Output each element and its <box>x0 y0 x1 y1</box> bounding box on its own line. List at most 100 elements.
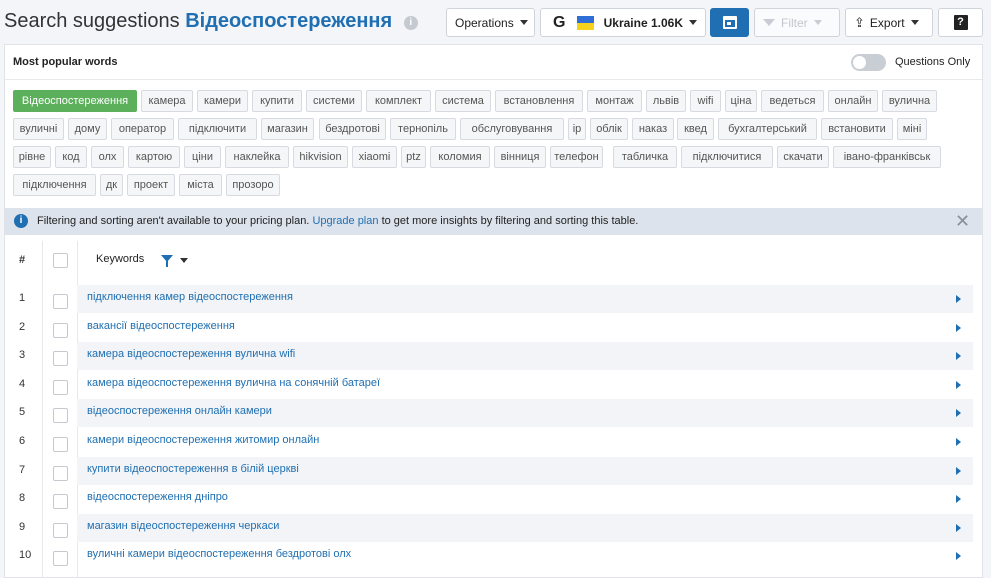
table-row[interactable]: 2 вакансії відеоспостереження <box>5 314 982 342</box>
popular-word-tag[interactable]: онлайн <box>828 90 878 112</box>
popular-word-tag[interactable]: ціна <box>725 90 757 112</box>
row-checkbox[interactable] <box>53 322 68 338</box>
popular-word-tag[interactable]: системи <box>306 90 362 112</box>
popular-word-tag[interactable]: вінниця <box>494 146 546 168</box>
popular-word-tag[interactable]: тернопіль <box>390 118 456 140</box>
row-checkbox[interactable] <box>53 465 68 481</box>
expand-arrow-icon[interactable] <box>956 295 961 303</box>
table-row[interactable]: 9 магазин відеоспостереження черкаси <box>5 513 982 542</box>
popular-word-tag[interactable]: наклейка <box>225 146 289 168</box>
popular-word-tag[interactable]: ip <box>568 118 586 140</box>
keyword-link[interactable]: відеоспостереження онлайн камери <box>87 405 272 417</box>
expand-arrow-icon[interactable] <box>956 380 961 389</box>
info-icon[interactable]: i <box>403 16 418 30</box>
row-checkbox[interactable] <box>53 379 68 395</box>
popular-word-tag[interactable]: підключитися <box>681 146 773 168</box>
row-checkbox[interactable] <box>53 551 68 567</box>
select-all-checkbox[interactable] <box>53 253 68 268</box>
keyword-link[interactable]: вуличні камери відеоспостереження бездро… <box>87 548 351 560</box>
popular-word-tag[interactable]: олх <box>91 146 124 168</box>
popular-word-tag[interactable]: обслуговування <box>460 118 564 140</box>
upgrade-plan-link[interactable]: Upgrade plan <box>312 215 378 227</box>
expand-arrow-icon[interactable] <box>956 523 961 532</box>
expand-arrow-icon[interactable] <box>956 352 961 361</box>
popular-word-tag[interactable]: підключити <box>178 118 257 140</box>
calendar-button[interactable] <box>710 8 749 37</box>
popular-word-tag[interactable]: ptz <box>401 146 426 168</box>
popular-word-tag[interactable]: ціни <box>184 146 221 168</box>
popular-word-tag[interactable]: камера <box>141 90 193 112</box>
popular-word-tag[interactable]: оператор <box>111 118 174 140</box>
popular-word-tag[interactable]: підключення <box>13 174 96 196</box>
operations-button[interactable]: Operations <box>446 8 535 37</box>
questions-only-toggle[interactable] <box>851 54 886 71</box>
popular-word-tag[interactable]: квед <box>677 118 714 140</box>
popular-word-tag[interactable]: система <box>435 90 491 112</box>
table-row[interactable]: 5 відеоспостереження онлайн камери <box>5 399 982 428</box>
keyword-link[interactable]: магазин відеоспостереження черкаси <box>87 520 279 532</box>
popular-word-tag[interactable]: бухгалтерський <box>718 118 817 140</box>
table-row[interactable]: 6 камери відеоспостереження житомир онлай… <box>5 428 982 456</box>
popular-word-tag[interactable]: коломия <box>430 146 490 168</box>
table-row[interactable]: 10 вуличні камери відеоспостереження безд… <box>5 542 982 570</box>
popular-word-tag[interactable]: проект <box>127 174 175 196</box>
row-checkbox[interactable] <box>53 437 68 452</box>
expand-arrow-icon[interactable] <box>956 552 961 561</box>
table-row[interactable]: 8 відеоспостереження дніпро <box>5 485 982 513</box>
popular-word-tag[interactable]: івано-франківськ <box>833 146 941 168</box>
popular-word-tag[interactable]: львів <box>646 90 686 112</box>
sort-chevron-icon[interactable] <box>180 258 188 263</box>
row-checkbox[interactable] <box>53 494 68 510</box>
popular-word-tag[interactable]: купити <box>252 90 302 112</box>
popular-word-tag[interactable]: дому <box>68 118 107 140</box>
keyword-link[interactable]: вакансії відеоспостереження <box>87 320 235 332</box>
popular-word-tag[interactable]: магазин <box>261 118 314 140</box>
popular-word-tag[interactable]: рівне <box>13 146 51 168</box>
keyword-link[interactable]: підключення камер відеоспостереження <box>87 291 293 303</box>
popular-word-tag[interactable]: наказ <box>632 118 674 140</box>
row-checkbox[interactable] <box>53 351 68 367</box>
popular-word-tag[interactable]: камери <box>197 90 248 112</box>
export-button[interactable]: ⇪ Export <box>845 8 933 37</box>
table-row[interactable]: 3 камера відеоспостереження вулична wifi <box>5 342 982 371</box>
keyword-link[interactable]: відеоспостереження дніпро <box>87 491 228 503</box>
popular-word-tag[interactable]: міні <box>897 118 927 140</box>
expand-arrow-icon[interactable] <box>956 495 961 504</box>
popular-word-tag[interactable]: wifi <box>690 90 721 112</box>
popular-word-tag[interactable]: бездротові <box>319 118 386 140</box>
popular-word-tag[interactable]: картою <box>128 146 180 168</box>
column-header-keywords[interactable]: Keywords <box>96 253 144 265</box>
popular-word-tag[interactable]: встановити <box>821 118 893 140</box>
popular-word-tag[interactable]: міста <box>179 174 222 196</box>
popular-word-tag[interactable]: скачати <box>777 146 829 168</box>
table-row[interactable]: 1 підключення камер відеоспостереження <box>5 285 982 313</box>
keyword-link[interactable]: камера відеоспостереження вулична wifi <box>87 348 295 360</box>
table-row[interactable]: 4 камера відеоспостереження вулична на со… <box>5 371 982 399</box>
popular-word-tag[interactable]: вулична <box>882 90 937 112</box>
keyword-link[interactable]: купити відеоспостереження в білій церкві <box>87 463 299 475</box>
expand-arrow-icon[interactable] <box>956 438 961 446</box>
popular-word-tag[interactable]: монтаж <box>587 90 642 112</box>
keyword-link[interactable]: камери відеоспостереження житомир онлайн <box>87 434 319 446</box>
popular-word-tag[interactable]: xiaomi <box>352 146 397 168</box>
close-icon[interactable]: ✕ <box>955 208 970 235</box>
popular-word-tag[interactable]: комплект <box>366 90 431 112</box>
row-checkbox[interactable] <box>53 522 68 538</box>
keyword-link[interactable]: камера відеоспостереження вулична на сон… <box>87 377 380 389</box>
popular-word-tag[interactable]: облік <box>590 118 628 140</box>
filter-button[interactable]: Filter <box>754 8 840 37</box>
popular-word-tag[interactable]: дк <box>100 174 123 196</box>
filter-icon[interactable] <box>161 255 173 267</box>
row-checkbox[interactable] <box>53 294 68 309</box>
popular-word-tag[interactable]: hikvision <box>293 146 348 168</box>
expand-arrow-icon[interactable] <box>956 323 961 332</box>
popular-word-tag[interactable]: телефон <box>550 146 603 168</box>
row-checkbox[interactable] <box>53 408 68 424</box>
popular-word-tag[interactable]: Відеоспостереження <box>13 90 137 112</box>
table-row[interactable]: 7 купити відеоспостереження в білій церкв… <box>5 456 982 485</box>
help-button[interactable]: ? <box>938 8 983 37</box>
expand-arrow-icon[interactable] <box>956 409 961 418</box>
database-selector[interactable]: G Ukraine 1.06K <box>540 8 706 37</box>
expand-arrow-icon[interactable] <box>956 466 961 475</box>
popular-word-tag[interactable]: прозоро <box>226 174 280 196</box>
